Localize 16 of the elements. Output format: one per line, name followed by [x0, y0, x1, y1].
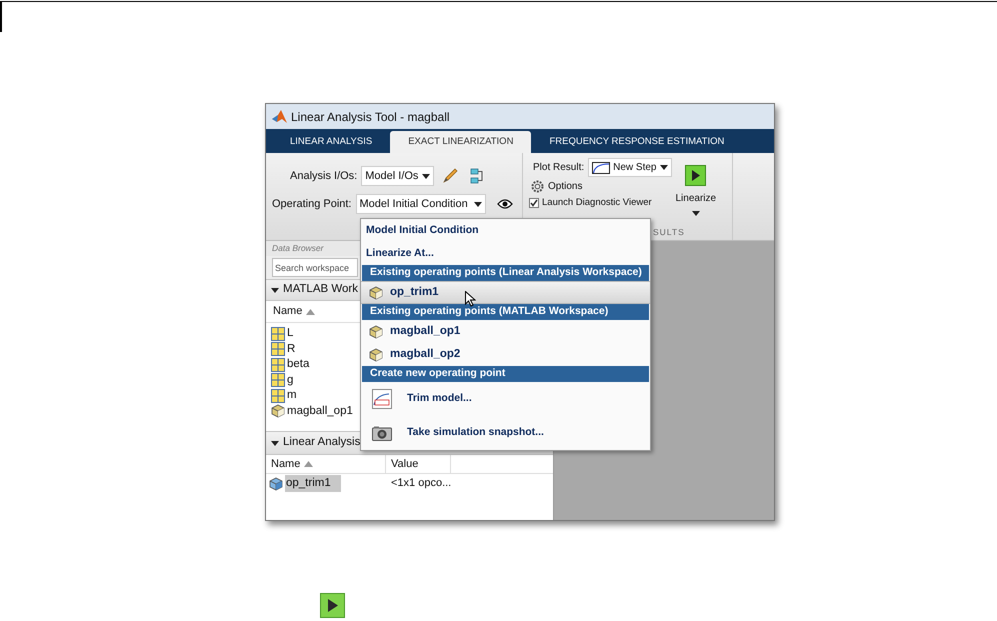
menu-section-header: Existing operating points (MATLAB Workspace) — [362, 304, 649, 320]
field-label: Operating Point: — [272, 196, 352, 212]
column-header: Name — [273, 304, 302, 320]
checkbox-label: Launch Diagnostic Viewer — [542, 196, 652, 210]
window-title: Linear Analysis Tool - magball — [291, 108, 450, 126]
menu-section-header: Existing operating points (Linear Analysis Workspace) — [362, 265, 649, 281]
field-label: Plot Result: — [533, 161, 584, 175]
menu-section-header: Create new operating point — [362, 366, 649, 382]
section-label: SULTS — [653, 226, 685, 239]
field-label: Analysis I/Os: — [290, 168, 358, 184]
panel-title: Data Browser — [272, 242, 324, 255]
section-title: Linear Analysis — [283, 435, 360, 450]
column-header: Value — [386, 455, 451, 473]
column-header: Name — [266, 455, 386, 473]
table-cell-text: <1x1 opco... — [390, 476, 452, 492]
section-title: MATLAB Work — [283, 282, 358, 298]
